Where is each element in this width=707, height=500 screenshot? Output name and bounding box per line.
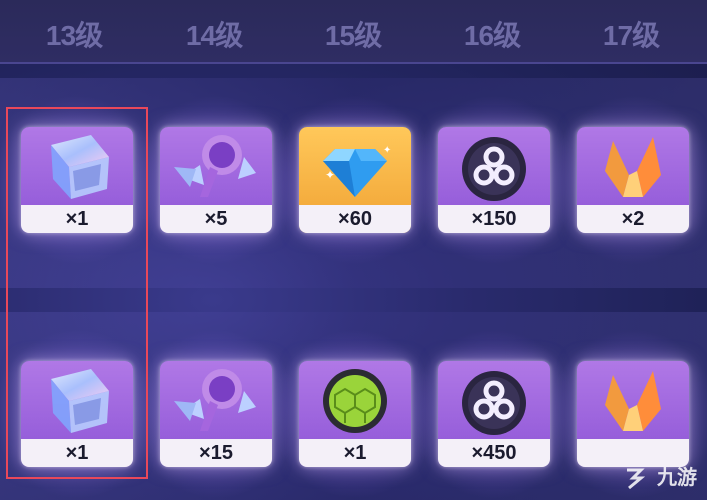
watermark: 九游 <box>657 467 697 489</box>
orange-shard-icon <box>605 137 661 197</box>
selected-column-highlight <box>6 107 148 479</box>
reward-card[interactable]: ×2 <box>577 127 689 233</box>
item-count: ×60 <box>299 205 411 233</box>
green-hex-orb-icon <box>323 369 387 433</box>
reward-card[interactable]: ✦ ✦ ×60 <box>299 127 411 233</box>
reward-card[interactable]: ×5 <box>160 127 272 233</box>
level-17-label: 17级 <box>602 20 660 51</box>
triskelion-disc-icon <box>462 137 526 201</box>
level-14-label: 14级 <box>185 20 243 51</box>
reward-card[interactable]: ×150 <box>438 127 550 233</box>
item-count: ×450 <box>438 439 550 467</box>
reward-card[interactable]: ×15 <box>160 361 272 467</box>
item-count: ×1 <box>299 439 411 467</box>
blue-crystal-icon: ✦ ✦ <box>323 145 391 197</box>
item-count: ×150 <box>438 205 550 233</box>
triskelion-disc-icon <box>462 371 526 435</box>
purple-wing-crystal-icon <box>174 135 256 197</box>
reward-card[interactable]: ×1 <box>299 361 411 467</box>
svg-text:✦: ✦ <box>325 168 335 182</box>
orange-shard-icon <box>605 371 661 431</box>
item-count <box>577 439 689 467</box>
purple-wing-crystal-icon <box>174 369 256 431</box>
level-13-label: 13级 <box>45 20 103 51</box>
item-count: ×5 <box>160 205 272 233</box>
item-count: ×15 <box>160 439 272 467</box>
level-16-label: 16级 <box>463 20 521 51</box>
level-15-label: 15级 <box>324 20 382 51</box>
svg-text:✦: ✦ <box>383 145 391 156</box>
item-count: ×2 <box>577 205 689 233</box>
reward-card[interactable] <box>577 361 689 467</box>
level-header: 13级 14级 15级 16级 17级 <box>0 0 707 64</box>
reward-card[interactable]: ×450 <box>438 361 550 467</box>
